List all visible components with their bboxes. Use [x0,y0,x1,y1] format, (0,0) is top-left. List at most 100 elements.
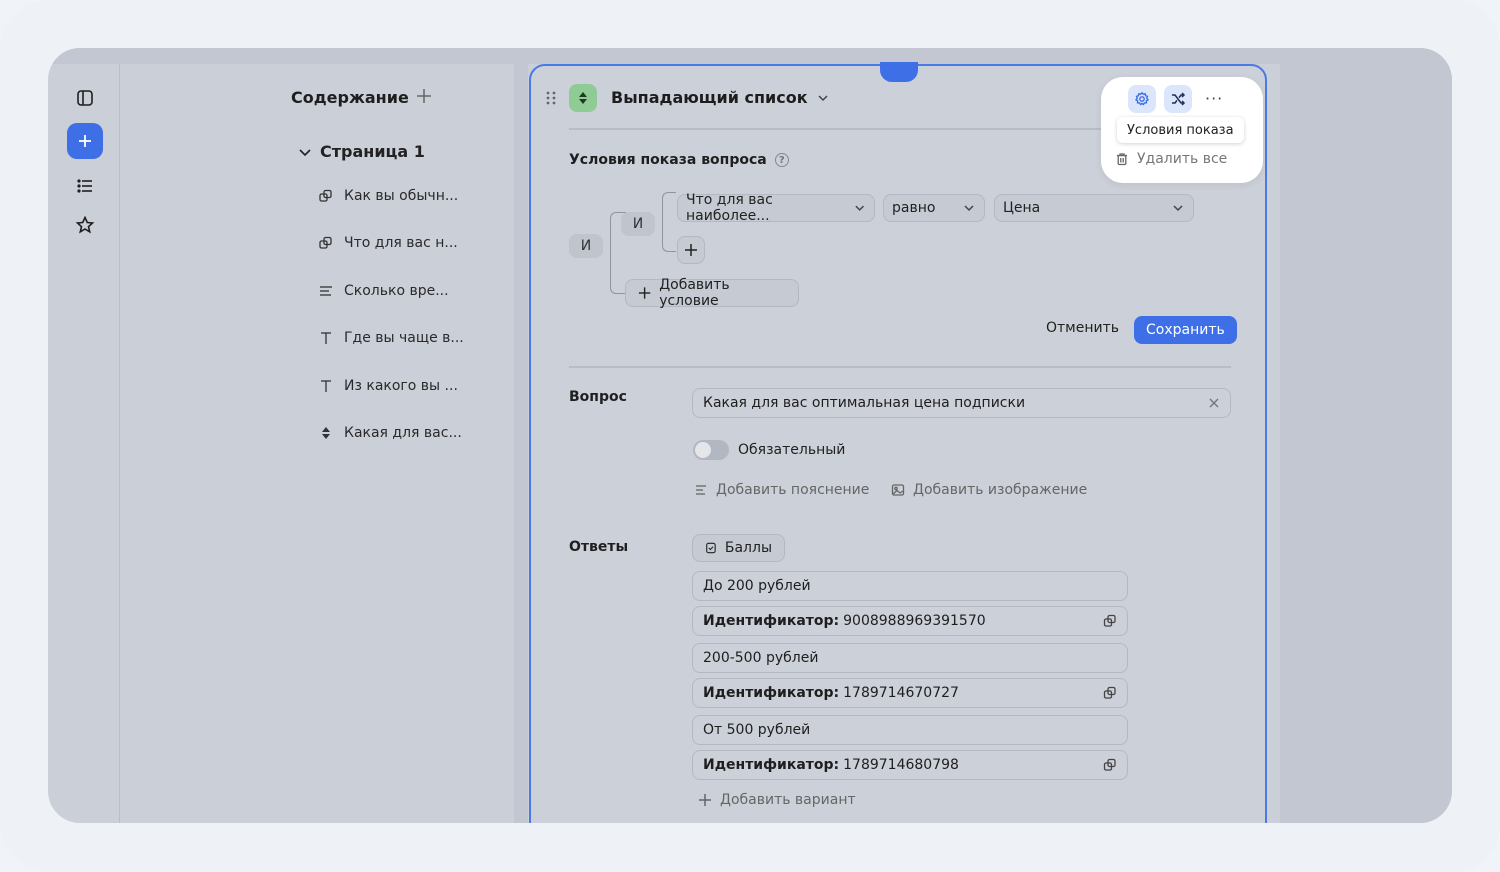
dropdown-type-badge [569,84,597,112]
plus-icon [699,794,711,806]
add-hint-button[interactable]: Добавить пояснение [694,482,869,498]
add-button[interactable] [67,123,103,159]
toc-item[interactable]: Какая для вас... [318,425,462,441]
question-type-label: Выпадающий список [611,88,808,107]
save-button[interactable]: Сохранить [1134,316,1237,344]
chevron-down-icon [818,94,828,101]
answer-option-text: От 500 рублей [703,722,811,738]
plus-icon [638,287,651,299]
text-t-icon [321,332,331,344]
add-option-label: Добавить вариант [720,792,856,808]
outer-and-chip[interactable]: И [569,234,603,258]
condition-operator-value: равно [892,200,936,216]
contents-title: Содержание [291,88,409,107]
more-icon[interactable]: ··· [1205,89,1223,108]
toc-item-label: Какая для вас... [344,425,462,441]
settings-button[interactable] [1128,85,1156,113]
condition-question-value: Что для вас наиболее... [686,192,773,224]
contents-panel: Содержание Страница 1 Как вы обычн... Чт… [120,64,514,823]
gear-icon [1135,91,1149,106]
question-input[interactable]: Какая для вас оптимальная цена подписки [692,388,1231,418]
checklist-icon [706,542,716,554]
answer-option-input[interactable]: До 200 рублей [692,571,1128,601]
answer-id-value: 9008988969391570 [843,613,986,629]
copy-icon [319,236,332,249]
question-input-value: Какая для вас оптимальная цена подписки [703,395,1026,411]
drag-handle-icon[interactable] [545,90,557,106]
conditions-tooltip: Условия показа [1117,117,1244,143]
condition-operator-select[interactable]: равно [883,194,985,222]
add-image-button[interactable]: Добавить изображение [891,482,1087,498]
display-conditions-button[interactable] [1164,85,1192,113]
column-gap [514,64,528,823]
dropdown-icon [579,92,587,104]
conditions-label-text: Условия показа вопроса [569,152,767,168]
text-lines-icon [696,485,706,495]
toc-item[interactable]: Что для вас н... [318,235,458,251]
delete-all-label: Удалить все [1137,151,1228,167]
answer-option-input[interactable]: От 500 рублей [692,715,1128,745]
trash-icon [1117,153,1127,166]
shuffle-icon [1172,92,1186,106]
chevron-down-icon [1173,205,1183,212]
left-rail [48,64,120,823]
answer-id-field: Идентификатор: 1789714670727 [692,678,1128,708]
add-image-label: Добавить изображение [913,482,1088,498]
add-condition-label: Добавить условие [659,277,730,309]
sidebar-toggle-icon[interactable] [67,80,103,116]
id-label: Идентификатор: [703,613,840,629]
toc-item[interactable]: Сколько вре... [318,283,449,299]
text-lines-icon [320,286,332,296]
dropdown-icon [322,427,330,439]
page-1-label: Страница 1 [320,142,425,161]
page-1-row[interactable]: Страница 1 [298,142,425,161]
help-icon[interactable]: ? [774,153,789,167]
required-toggle[interactable] [693,440,729,460]
image-icon [891,484,905,496]
add-condition-button[interactable]: Добавить условие [625,277,799,309]
add-option-button[interactable]: Добавить вариант [698,792,856,808]
inner-and-chip[interactable]: И [621,212,655,236]
condition-value-text: Цена [1003,200,1041,216]
answer-id-value: 1789714670727 [843,685,959,701]
answer-id-value: 1789714680798 [843,757,959,773]
answer-id-field: Идентификатор: 1789714680798 [692,750,1128,780]
scores-button[interactable]: Баллы [692,534,785,562]
toc-item-label: Как вы обычн... [344,188,459,204]
toc-item[interactable]: Где вы чаще в... [318,330,464,346]
toc-item[interactable]: Как вы обычн... [318,188,458,204]
answer-id-field: Идентификатор: 9008988969391570 [692,606,1128,636]
answer-option-text: 200-500 рублей [703,650,819,666]
condition-question-select[interactable]: Что для вас наиболее... [677,192,875,224]
add-subcondition-button[interactable] [677,236,705,264]
cancel-button[interactable]: Отменить [1046,320,1119,336]
list-icon[interactable] [67,168,103,204]
id-label: Идентификатор: [703,685,840,701]
answers-label: Ответы [569,539,629,555]
star-icon[interactable] [67,207,103,243]
delete-all-button[interactable]: Удалить все [1115,151,1227,167]
copy-icon[interactable] [1103,758,1117,772]
right-gutter [1280,64,1452,823]
copy-icon[interactable] [1103,614,1117,628]
answer-option-input[interactable]: 200-500 рублей [692,643,1128,673]
top-strip [48,48,1452,64]
question-label: Вопрос [569,389,627,405]
question-type-selector[interactable]: Выпадающий список [611,88,830,107]
required-label: Обязательный [738,442,846,458]
toc-item-label: Сколько вре... [344,283,449,299]
chevron-down-icon [299,148,311,156]
id-label: Идентификатор: [703,757,840,773]
text-t-icon [321,380,331,392]
card-actions-popover: ··· Условия показа Удалить все [1101,77,1263,183]
condition-value-select[interactable]: Цена [994,194,1194,222]
clear-icon[interactable] [1208,397,1220,409]
toc-item[interactable]: Из какого вы ... [318,378,458,394]
toc-item-label: Что для вас н... [344,235,458,251]
copy-icon[interactable] [1103,686,1117,700]
inner-tree-line [662,192,676,252]
plus-icon [685,244,697,256]
add-page-icon[interactable] [414,86,434,106]
insert-handle[interactable] [880,62,918,82]
toc-item-label: Из какого вы ... [344,378,458,394]
